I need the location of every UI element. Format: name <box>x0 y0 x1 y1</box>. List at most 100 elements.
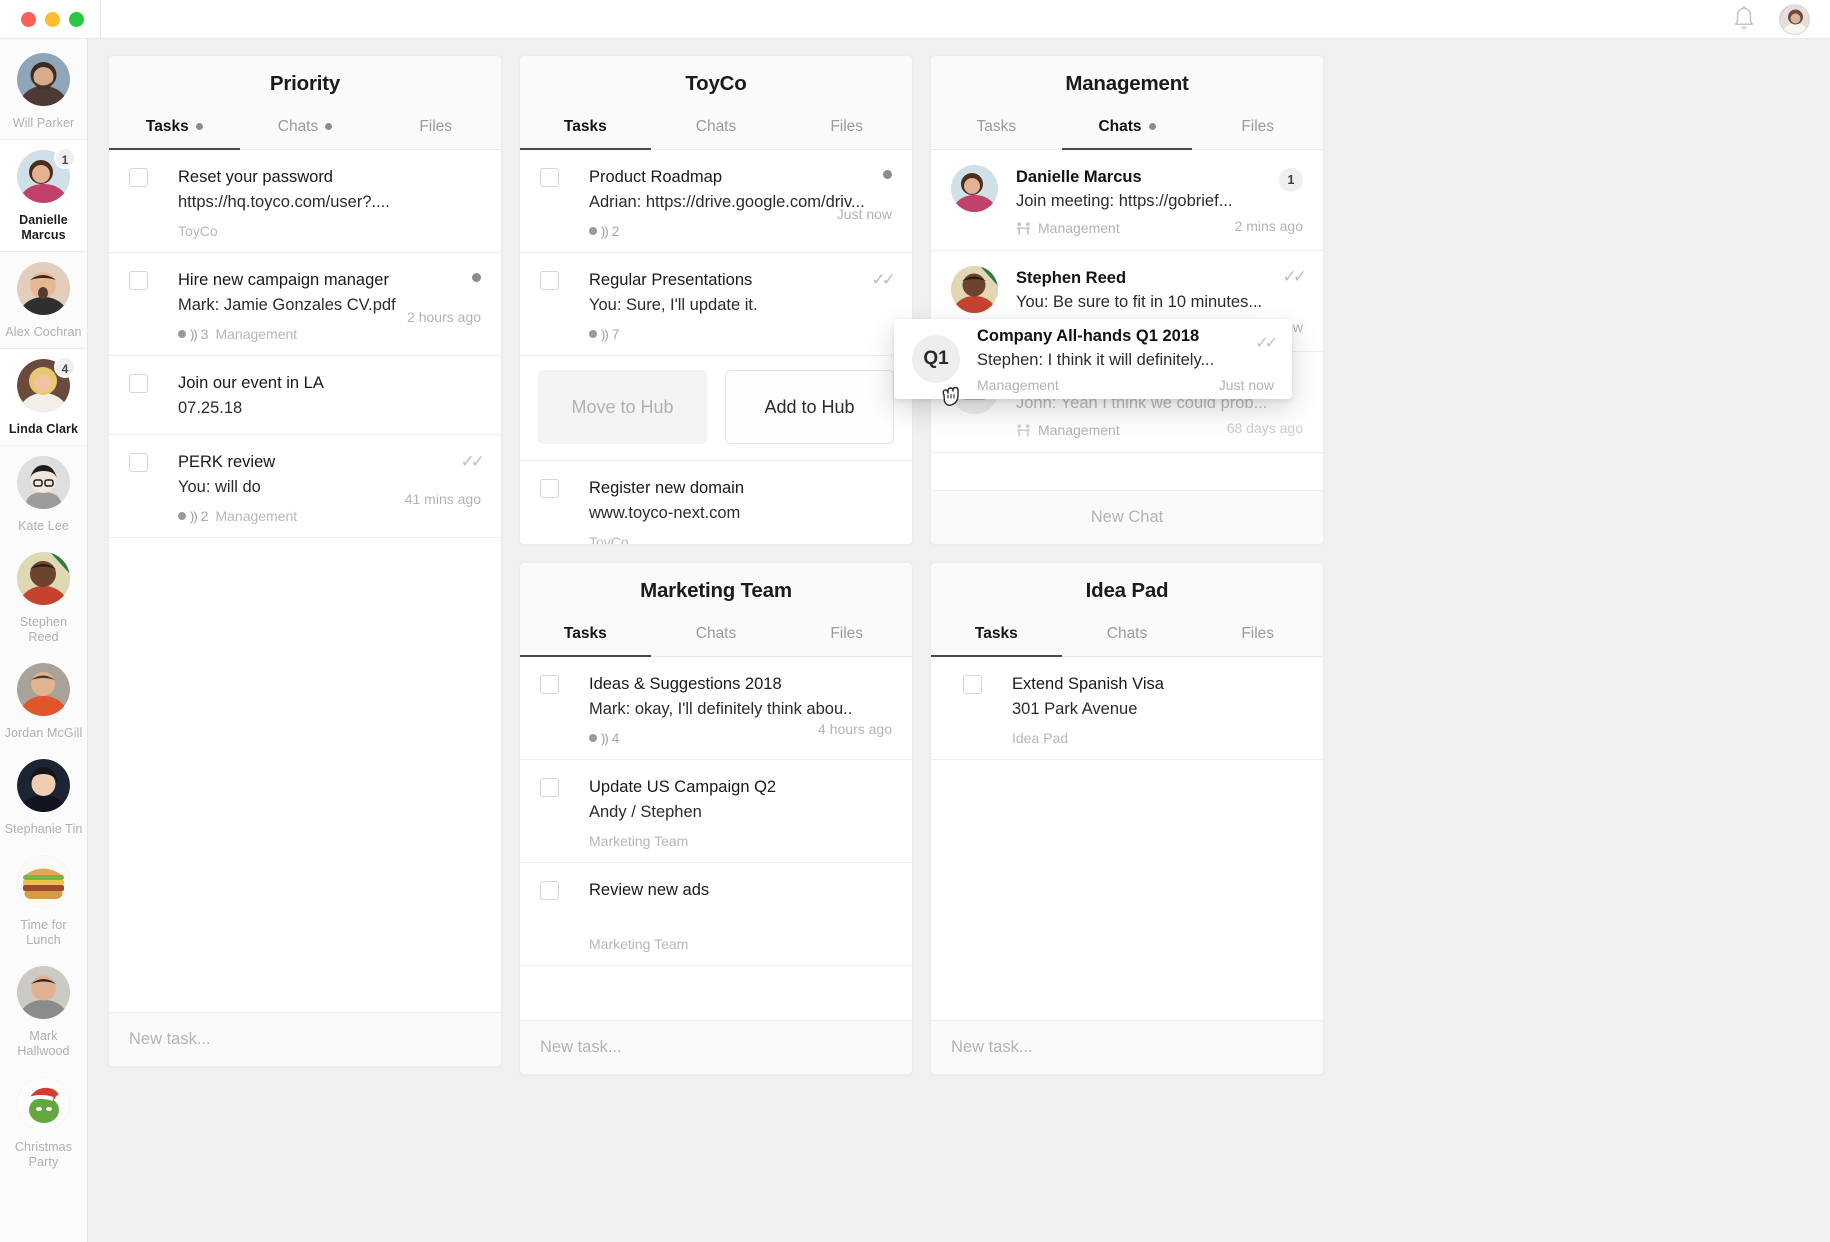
task-checkbox[interactable] <box>540 881 559 900</box>
tab-dot-icon <box>195 123 203 131</box>
table-row[interactable]: PERK review You: will do )) 2 Management <box>109 435 501 538</box>
board-card-marketing-team: Marketing Team Tasks Chats Files Ideas &… <box>519 562 913 1075</box>
new-task-input[interactable]: New task... <box>931 1020 1323 1074</box>
tab-tasks[interactable]: Tasks <box>931 619 1062 657</box>
avatar[interactable] <box>1779 3 1810 35</box>
tab-files[interactable]: Files <box>370 112 501 149</box>
comment-count: )) 2 <box>589 223 619 239</box>
task-meta: Marketing Team <box>589 936 892 952</box>
chat-message: Join meeting: https://gobrief... <box>1016 192 1233 210</box>
sidebar-contact-alex-cochran[interactable]: Alex Cochran <box>0 252 87 348</box>
tab-files[interactable]: Files <box>1192 112 1323 149</box>
avatar <box>17 1077 70 1130</box>
tab-files[interactable]: Files <box>1192 619 1323 656</box>
add-to-hub-button[interactable]: Add to Hub <box>725 370 894 444</box>
tab-label: Chats <box>695 118 737 135</box>
close-window-button[interactable] <box>21 11 36 27</box>
task-checkbox[interactable] <box>540 271 559 290</box>
task-content: Regular Presentations You: Sure, I'll up… <box>559 268 892 342</box>
maximize-window-button[interactable] <box>69 11 84 27</box>
chat-timestamp: 68 days ago <box>1226 420 1303 436</box>
task-content: Extend Spanish Visa 301 Park Avenue Idea… <box>982 672 1303 746</box>
sidebar-contact-christmas-party[interactable]: Christmas Party <box>0 1067 87 1178</box>
tab-tasks[interactable]: Tasks <box>520 112 651 150</box>
tab-files[interactable]: Files <box>781 112 912 149</box>
table-row[interactable]: Ideas & Suggestions 2018 Mark: okay, I'l… <box>520 657 912 760</box>
task-checkbox[interactable] <box>540 168 559 187</box>
task-title: Review new ads <box>589 881 710 899</box>
table-row[interactable]: Hire new campaign manager Mark: Jamie Go… <box>109 253 501 356</box>
sidebar-contact-danielle-marcus[interactable]: 1 Danielle Marcus <box>0 139 87 252</box>
task-subtitle: www.toyco-next.com <box>589 504 741 522</box>
tab-chats[interactable]: Chats <box>1061 112 1193 150</box>
titlebar-actions <box>1731 3 1830 35</box>
table-row[interactable]: Register new domain www.toyco-next.com T… <box>520 461 912 544</box>
task-checkbox[interactable] <box>540 778 559 797</box>
tab-files[interactable]: Files <box>781 619 912 656</box>
task-list: Ideas & Suggestions 2018 Mark: okay, I'l… <box>520 657 912 1020</box>
tab-chats[interactable]: Chats <box>1062 619 1193 656</box>
page-title: Management <box>1065 72 1189 95</box>
task-meta: )) 3 Management <box>178 326 481 342</box>
new-chat-button[interactable]: New Chat <box>931 490 1323 544</box>
task-checkbox[interactable] <box>129 374 148 393</box>
list-item[interactable]: Danielle Marcus Join meeting: https://go… <box>931 150 1323 251</box>
chat-group-name: Management <box>1038 220 1120 236</box>
task-subtitle: Mark: okay, I'll definitely think abou.. <box>589 700 853 718</box>
minimize-window-button[interactable] <box>45 11 60 27</box>
task-checkbox[interactable] <box>129 271 148 290</box>
chat-name: Danielle Marcus <box>1016 168 1142 186</box>
tab-tasks[interactable]: Tasks <box>109 112 240 150</box>
new-task-input[interactable]: New task... <box>109 1012 501 1066</box>
task-checkbox[interactable] <box>540 675 559 694</box>
sidebar-contact-kate-lee[interactable]: Kate Lee <box>0 446 87 542</box>
avatar-wrap <box>17 855 70 908</box>
unread-dot-icon <box>472 273 481 282</box>
tab-chats[interactable]: Chats <box>651 112 782 149</box>
avatar <box>17 759 70 812</box>
read-receipt-icon: ✓✓ <box>1255 335 1278 352</box>
sidebar-contact-stephanie-tin[interactable]: Stephanie Tin <box>0 749 87 845</box>
tab-label: Files <box>419 118 453 135</box>
task-content: Join our event in LA 07.25.18 <box>148 371 481 421</box>
sidebar-contact-label: Linda Clark <box>8 422 79 436</box>
table-row[interactable]: Extend Spanish Visa 301 Park Avenue Idea… <box>931 657 1323 760</box>
sidebar-contact-jordan-mcgill[interactable]: Jordan McGill <box>0 653 87 749</box>
tab-tasks[interactable]: Tasks <box>931 112 1062 149</box>
sidebar-contact-stephen-reed[interactable]: Stephen Reed <box>0 542 87 653</box>
task-title: Ideas & Suggestions 2018 <box>589 675 782 693</box>
comment-count-value: 2 <box>611 223 620 239</box>
task-title: Register new domain <box>589 479 744 497</box>
comment-count-value: 4 <box>611 730 620 746</box>
contacts-sidebar[interactable]: Will Parker 1 Danielle Marcus Alex Cochr… <box>0 39 88 1242</box>
chat-bubble-icon <box>178 330 186 338</box>
tab-chats[interactable]: Chats <box>240 112 371 149</box>
sidebar-contact-time-for-lunch[interactable]: Time for Lunch <box>0 845 87 956</box>
table-row[interactable]: Reset your password https://hq.toyco.com… <box>109 150 501 253</box>
dragged-card-content: Company All-hands Q1 2018 Stephen: I thi… <box>960 325 1274 393</box>
table-row[interactable]: Product Roadmap Adrian: https://drive.go… <box>520 150 912 253</box>
task-checkbox[interactable] <box>129 453 148 472</box>
sidebar-contact-will-parker[interactable]: Will Parker <box>0 43 87 139</box>
table-row[interactable]: Update US Campaign Q2 Andy / Stephen Mar… <box>520 760 912 863</box>
table-row[interactable]: Review new ads Marketing Team <box>520 863 912 966</box>
avatar-wrap <box>17 966 70 1019</box>
table-row[interactable]: Regular Presentations You: Sure, I'll up… <box>520 253 912 356</box>
new-task-input[interactable]: New task... <box>520 1020 912 1074</box>
chat-bubble-icon <box>589 227 597 235</box>
sidebar-contact-label: Time for Lunch <box>20 918 67 947</box>
sidebar-contact-label: Stephanie Tin <box>4 822 83 836</box>
tab-label: Chats <box>1106 625 1148 642</box>
sidebar-contact-mark-hallwood[interactable]: Mark Hallwood <box>0 956 87 1067</box>
chat-timestamp: 2 mins ago <box>1234 218 1303 234</box>
chat-bubble-icon <box>178 512 186 520</box>
task-checkbox[interactable] <box>540 479 559 498</box>
tab-tasks[interactable]: Tasks <box>520 619 651 657</box>
move-to-hub-button[interactable]: Move to Hub <box>538 370 707 444</box>
table-row[interactable]: Join our event in LA 07.25.18 <box>109 356 501 435</box>
task-checkbox[interactable] <box>129 168 148 187</box>
bell-icon[interactable] <box>1731 5 1757 33</box>
sidebar-contact-linda-clark[interactable]: 4 Linda Clark <box>0 348 87 446</box>
tab-chats[interactable]: Chats <box>651 619 782 656</box>
task-checkbox[interactable] <box>963 675 982 694</box>
